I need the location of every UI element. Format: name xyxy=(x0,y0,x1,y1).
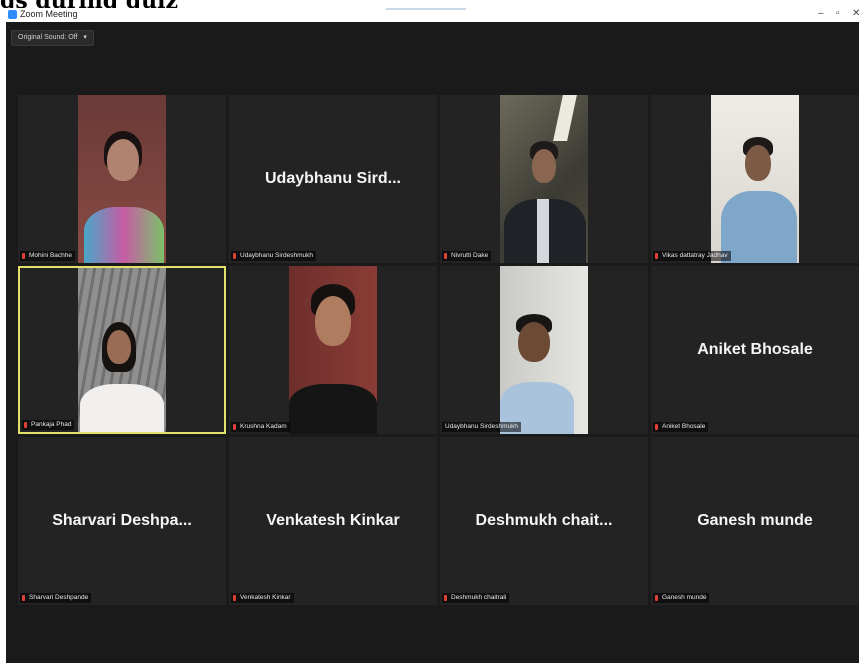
participant-name-label: Udaybhanu Sirdeshmukh xyxy=(442,422,521,432)
participant-tile[interactable]: Aniket Bhosale Aniket Bhosale xyxy=(651,266,859,434)
video-feed xyxy=(289,266,377,434)
participant-tile[interactable]: Mohini Bachhe xyxy=(18,95,226,263)
mic-muted-icon xyxy=(655,595,658,601)
participant-tile[interactable]: Krushna Kadam xyxy=(229,266,437,434)
zoom-logo-icon xyxy=(8,10,17,19)
mic-muted-icon xyxy=(233,424,236,430)
chevron-down-icon[interactable]: ▾ xyxy=(83,34,87,41)
video-feed xyxy=(78,95,166,263)
original-sound-toggle[interactable]: Original Sound: Off ▾ xyxy=(11,30,94,46)
participant-name-label: Mohini Bachhe xyxy=(20,251,75,261)
mic-muted-icon xyxy=(444,253,447,259)
participant-tile[interactable]: Udaybhanu Sirdeshmukh xyxy=(440,266,648,434)
video-feed xyxy=(500,95,588,263)
mic-muted-icon xyxy=(233,253,236,259)
participant-name-plate: Ganesh munde xyxy=(697,512,813,529)
mic-muted-icon xyxy=(22,595,25,601)
participant-name-label: Ganesh munde xyxy=(653,593,710,603)
participant-tile[interactable]: Deshmukh chait... Deshmukh chaitrali xyxy=(440,437,648,605)
original-sound-label: Original Sound: Off xyxy=(18,34,78,41)
close-button[interactable]: ✕ xyxy=(852,8,859,19)
participant-name-label: Krushna Kadam xyxy=(231,422,290,432)
minimize-button[interactable]: – xyxy=(818,8,824,19)
participant-name-plate: Deshmukh chait... xyxy=(475,512,613,529)
maximize-button[interactable]: ▫ xyxy=(836,8,840,19)
video-feed xyxy=(78,268,166,432)
title-bar: Zoom Meeting – ▫ ✕ xyxy=(6,8,859,22)
mic-muted-icon xyxy=(655,253,658,259)
participant-tile[interactable]: Sharvari Deshpa... Sharvari Deshpande xyxy=(18,437,226,605)
participant-tile[interactable]: Udaybhanu Sird... Udaybhanu Sirdeshmukh xyxy=(229,95,437,263)
page-caption: gs during quiz xyxy=(0,0,420,8)
participant-name-label: Sharvari Deshpande xyxy=(20,593,92,603)
participant-name-label: Pankaja Phad xyxy=(22,420,75,430)
participant-name-plate: Aniket Bhosale xyxy=(697,341,813,358)
mic-muted-icon xyxy=(24,422,27,428)
mic-muted-icon xyxy=(444,595,447,601)
participant-name-plate: Sharvari Deshpa... xyxy=(52,512,192,529)
participant-name-label: Deshmukh chaitrali xyxy=(442,593,510,603)
participant-tile[interactable]: Vikas dattatray Jadhav xyxy=(651,95,859,263)
participant-name-label: Vikas dattatray Jadhav xyxy=(653,251,731,261)
participant-tile-active-speaker[interactable]: Pankaja Phad xyxy=(18,266,226,434)
window-title: Zoom Meeting xyxy=(20,9,78,19)
participant-name-plate: Udaybhanu Sird... xyxy=(264,170,401,187)
video-feed xyxy=(711,95,799,263)
participant-name-label: Aniket Bhosale xyxy=(653,422,709,432)
participant-name-label: Nivrutti Dake xyxy=(442,251,492,261)
zoom-meeting-window: Zoom Meeting – ▫ ✕ Original Sound: Off ▾… xyxy=(6,8,859,663)
title-bar-highlight xyxy=(386,8,466,10)
mic-muted-icon xyxy=(22,253,25,259)
participant-name-plate: Venkatesh Kinkar xyxy=(266,512,400,529)
participant-tile[interactable]: Ganesh munde Ganesh munde xyxy=(651,437,859,605)
mic-muted-icon xyxy=(655,424,658,430)
participant-name-label: Venkatesh Kinkar xyxy=(231,593,294,603)
mic-muted-icon xyxy=(233,595,236,601)
participant-tile[interactable]: Venkatesh Kinkar Venkatesh Kinkar xyxy=(229,437,437,605)
participant-name-label: Udaybhanu Sirdeshmukh xyxy=(231,251,316,261)
video-feed xyxy=(500,266,588,434)
participant-tile[interactable]: Nivrutti Dake xyxy=(440,95,648,263)
